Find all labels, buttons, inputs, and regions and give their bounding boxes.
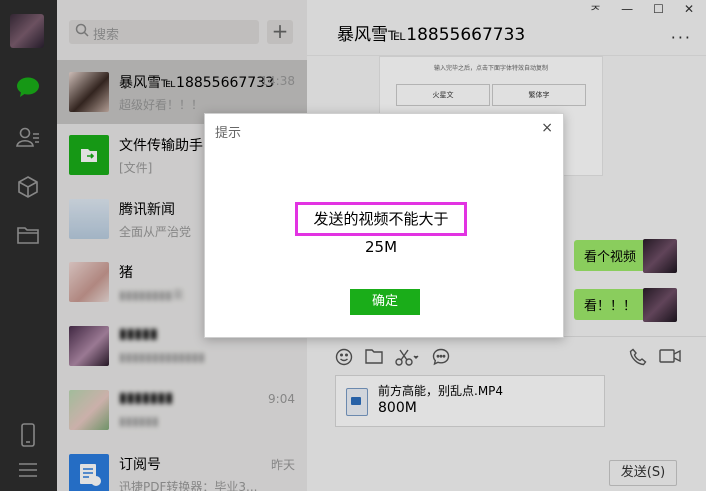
dialog-title: 提示 <box>215 126 242 141</box>
ok-button[interactable]: 确定 <box>350 289 420 315</box>
alert-dialog: 提示 × 发送的视频不能大于25M 确定 <box>204 113 564 338</box>
dialog-message: 发送的视频不能大于25M <box>295 202 467 256</box>
close-icon[interactable]: × <box>541 120 553 136</box>
